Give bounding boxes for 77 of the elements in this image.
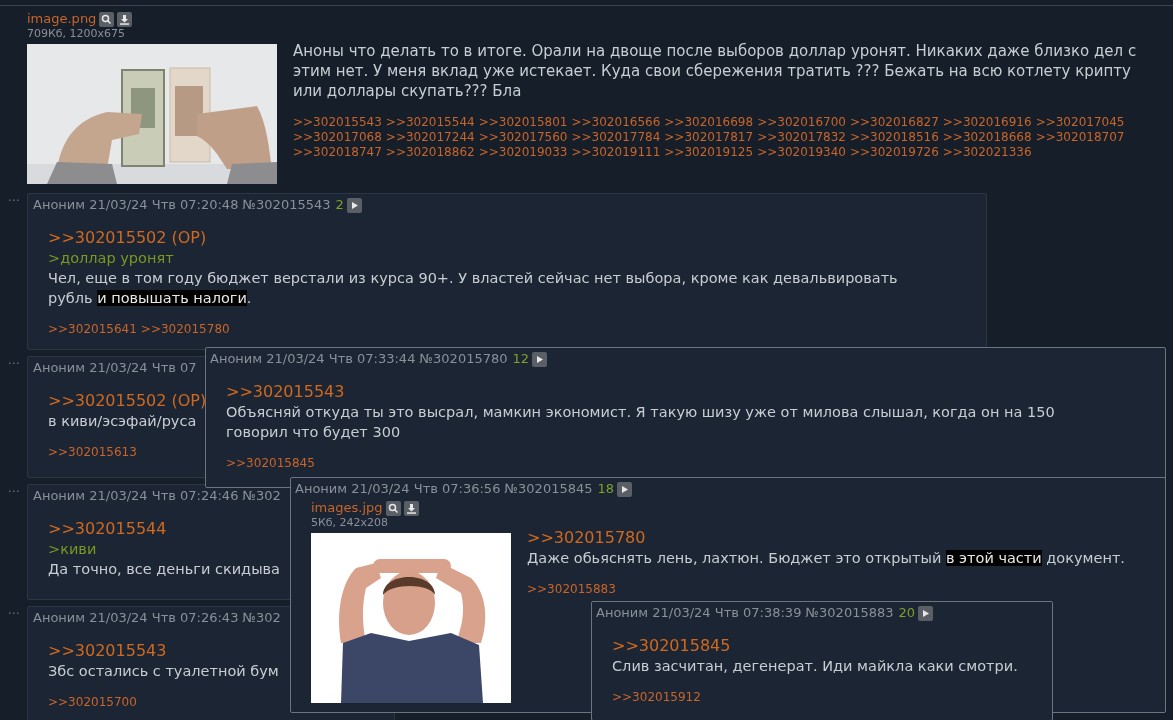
post-header: Аноним 21/03/24 Чтв 07:24:46 №302 [33,487,281,506]
reply-link[interactable]: >>302015780 [527,528,646,548]
backlink[interactable]: >>302017068 [293,130,382,145]
backlink[interactable]: >>302017244 [385,130,475,145]
post-header: Аноним 21/03/24 Чтв 07 [33,359,197,378]
reply-count[interactable]: 12 [512,349,530,369]
reply-link[interactable]: >>302015502 (OP) [48,391,207,411]
post-text: Збс остались с туалетной бум [48,662,279,681]
file-info: 5Кб, 242x208 [311,516,390,530]
post-text: Аноны что делать то в итоге. Орали на двоще после выборов доллар уронят. Никаких даже близко дел с этим нет. У меня вклад уже истекает. Куда свои сбережения тратить ??? Бежать на всю котлету крипту или доллары скупать??? Бла [293,41,1138,101]
file-info: 709Кб, 1200x675 [27,27,127,41]
post-header: Аноним 21/03/24 Чтв 07:36:56 №302015845 [295,480,593,499]
backlink[interactable]: >>302017817 [664,130,754,145]
backlink[interactable]: >>302017832 [757,130,846,145]
backlink[interactable]: >>302016698 [664,115,754,130]
backlink[interactable]: >>302021336 [942,145,1032,160]
backlink[interactable]: >>302016827 [849,115,939,130]
backlink[interactable]: >>302015641 [48,322,137,337]
download-icon[interactable] [117,11,133,27]
backlink[interactable]: >>302015801 [478,115,568,130]
reply-link[interactable]: >>302015845 [612,636,731,656]
quote-text: >доллар уронят [48,249,174,268]
backlink[interactable]: >>302016700 [757,115,846,130]
reply-link[interactable]: >>302015544 [48,519,167,539]
reply-count[interactable]: 2 [335,195,344,215]
post-header: Аноним 21/03/24 Чтв 07:38:39 №302015883 [596,604,894,623]
backlink[interactable]: >>302016566 [571,115,661,130]
backlink[interactable]: >>302016916 [942,115,1032,130]
search-icon[interactable] [385,500,401,516]
more-icon[interactable]: ⋯ [0,484,27,600]
post-header: Аноним 21/03/24 Чтв 07:26:43 №302 [33,609,281,628]
more-icon[interactable]: ⋯ [0,606,27,720]
post-text: Объясняй откуда ты это высрал, мамкин экономист. Я такую шизу уже от милова слышал, когда он на 150 говорил что будет 300 [226,403,1056,442]
more-icon[interactable]: ⋯ [0,356,27,478]
backlink[interactable]: >>302018862 [385,145,475,160]
post-header: Аноним 21/03/24 Чтв 07:20:48 №302015543 [33,196,331,215]
backlink[interactable]: >>302019125 [664,145,754,160]
backlink[interactable]: >>302015543 [293,115,382,130]
backlink[interactable]: >>302015544 [385,115,475,130]
backlink[interactable]: >>302018668 [942,130,1032,145]
play-icon[interactable] [532,351,548,367]
file-link[interactable]: image.png [27,9,97,29]
backlink[interactable]: >>302015845 [226,456,315,471]
play-icon[interactable] [346,197,362,213]
download-icon[interactable] [403,500,419,516]
reply-count[interactable]: 20 [898,603,916,623]
post-text: Чел, еще в том году бюджет верстали из курса 90+. У властей сейчас нет выбора, кроме как девальвировать рубль и повышать налоги. [48,269,899,308]
post-text: в киви/эсэфай/руса [48,412,197,431]
play-icon[interactable] [617,481,633,497]
backlink[interactable]: >>302017045 [1035,115,1125,130]
backlink[interactable]: >>302015912 [612,690,701,705]
backlink[interactable]: >>302019726 [849,145,939,160]
backlink[interactable]: >>302017560 [478,130,568,145]
backlink[interactable]: >>302015883 [527,582,616,597]
backlink[interactable]: >>302015700 [48,695,137,710]
backlink[interactable]: >>302019340 [757,145,846,160]
post-header: Аноним 21/03/24 Чтв 07:33:44 №302015780 [210,350,508,369]
quote-text: >киви [48,540,97,559]
backlink[interactable]: >>302018747 [293,145,382,160]
post-text: Даже обьяснять лень, лахтюн. Бюджет это открытый в этой части документ. [527,549,1125,568]
more-icon[interactable]: ⋯ [0,193,27,350]
play-icon[interactable] [918,605,934,621]
post-text: Слив засчитан, дегенерат. Иди майкла каки смотри. [612,657,1018,676]
reply-count[interactable]: 18 [597,479,615,499]
backlink[interactable]: >>302018516 [849,130,939,145]
post-text: Да точно, все деньги скидыва [48,560,280,579]
reply-link[interactable]: >>302015543 [226,382,345,402]
reply-link[interactable]: >>302015543 [48,641,167,661]
backlink[interactable]: >>302019033 [478,145,568,160]
backlink[interactable]: >>302019111 [571,145,661,160]
file-link[interactable]: images.jpg [311,498,383,518]
reply-link[interactable]: >>302015502 (OP) [48,228,207,248]
backlink[interactable]: >>302018707 [1035,130,1125,145]
backlink[interactable]: >>302017784 [571,130,661,145]
search-icon[interactable] [99,11,115,27]
backlink[interactable]: >>302015613 [48,445,137,460]
backlink[interactable]: >>302015780 [140,322,230,337]
